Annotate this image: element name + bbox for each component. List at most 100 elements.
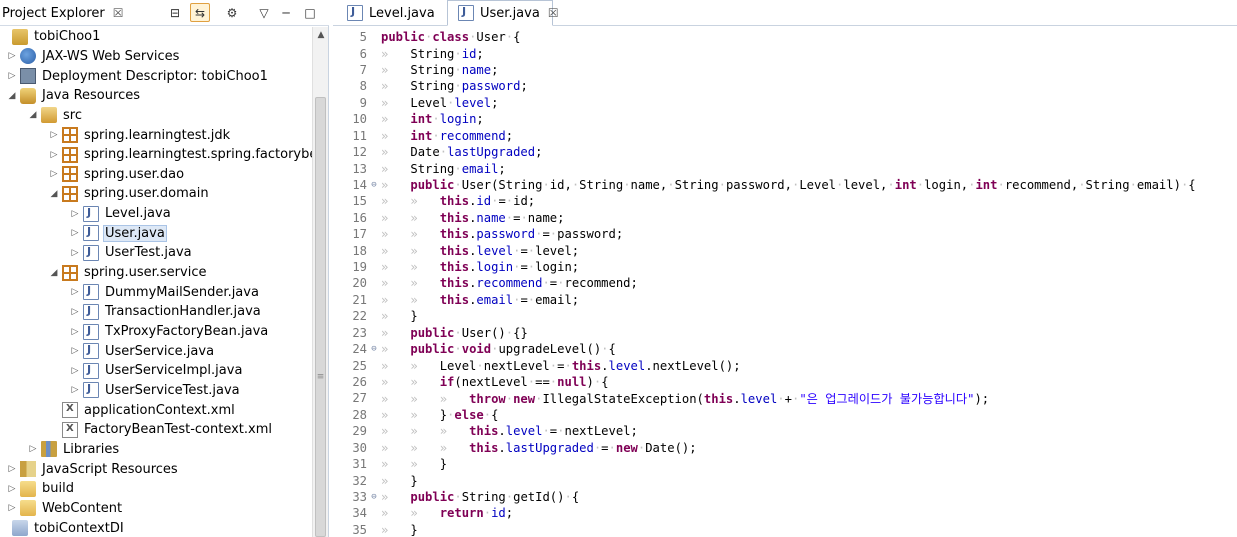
code-line[interactable]: 13 » String·email; (333, 160, 1237, 176)
expanded-arrow-icon[interactable]: ◢ (6, 91, 18, 101)
collapsed-arrow-icon[interactable]: ▷ (69, 248, 81, 258)
collapsed-arrow-icon[interactable]: ▷ (6, 71, 18, 81)
tree-item-userserviceimpl-java[interactable]: ▷ UserServiceImpl.java (69, 361, 244, 381)
fold-toggle-icon[interactable]: ⊖ (367, 180, 381, 190)
code-line[interactable]: 26» » if(nextLevel·==·null)·{ (333, 374, 1237, 390)
minimize-icon[interactable]: ─ (276, 3, 296, 22)
code-line[interactable]: 15 » » this.id·=·id; (333, 193, 1237, 209)
code-line[interactable]: 31 » » } (333, 456, 1237, 472)
code-line[interactable]: 33 ⊖» public·String·getId()·{ (333, 489, 1237, 505)
code-line[interactable]: 20» » this.recommend·=·recommend; (333, 275, 1237, 291)
scroll-up-icon[interactable]: ▲ (316, 30, 326, 40)
tree-item-userservice-java[interactable]: ▷ UserService.java (69, 341, 216, 361)
tree-scrollbar[interactable]: ▲ ≡ (312, 27, 328, 537)
collapsed-arrow-icon[interactable]: ▷ (48, 130, 60, 140)
code-line[interactable]: 24 ⊖» public·void·upgradeLevel()·{ (333, 341, 1237, 357)
tree-item-javascript-resources[interactable]: ▷ JavaScript Resources (6, 459, 180, 479)
code-line[interactable]: 5 public·class·User·{ (333, 29, 1237, 45)
tree-item-java-resources[interactable]: ◢ Java Resources (6, 86, 142, 106)
project-explorer-tab[interactable]: Project Explorer ☒ (0, 0, 130, 26)
code-line[interactable]: 14 ⊖» public·User(String·id,·String·name,… (333, 177, 1237, 193)
code-line[interactable]: 27» » » throw·new·IllegalStateException(… (333, 390, 1237, 406)
fold-toggle-icon[interactable]: ⊖ (367, 492, 381, 502)
code-line[interactable]: 7 » String·name; (333, 62, 1237, 78)
tree-item-dummymailsender-java[interactable]: ▷ DummyMailSender.java (69, 282, 261, 302)
tree-item-spring-user-dao[interactable]: ▷ spring.user.dao (48, 165, 186, 185)
tree-item-applicationcontext-xml[interactable]: applicationContext.xml (48, 400, 237, 420)
code-line[interactable]: 17 » » this.password·=·password; (333, 226, 1237, 242)
collapsed-arrow-icon[interactable]: ▷ (48, 169, 60, 179)
code-line[interactable]: 21 » » this.email·=·email; (333, 292, 1237, 308)
collapsed-arrow-icon[interactable]: ▷ (48, 150, 60, 160)
maximize-icon[interactable]: □ (300, 3, 320, 22)
tree-item-libraries[interactable]: ▷ Libraries (27, 440, 121, 460)
collapsed-arrow-icon[interactable]: ▷ (6, 484, 18, 494)
code-line[interactable]: 30» » » this.lastUpgraded·=·new·Date(); (333, 440, 1237, 456)
expanded-arrow-icon[interactable]: ◢ (48, 189, 60, 199)
code-line[interactable]: 35 » } (333, 522, 1237, 537)
code-line[interactable]: 22 » } (333, 308, 1237, 324)
code-line[interactable]: 23» public·User()·{} (333, 325, 1237, 341)
code-line[interactable]: 9 » Level·level; (333, 95, 1237, 111)
code-line[interactable]: 12 » Date·lastUpgraded; (333, 144, 1237, 160)
code-line[interactable]: 34 » » return·id; (333, 505, 1237, 521)
tree-item-jax-ws-web-services[interactable]: ▷ JAX-WS Web Services (6, 47, 181, 67)
code-line[interactable]: 11 » int·recommend; (333, 128, 1237, 144)
collapsed-arrow-icon[interactable]: ▷ (69, 307, 81, 317)
code-line[interactable]: 32 » } (333, 472, 1237, 488)
collapsed-arrow-icon[interactable]: ▷ (27, 444, 39, 454)
collapsed-arrow-icon[interactable]: ▷ (6, 51, 18, 61)
code-line[interactable]: 29» » » this.level·=·nextLevel; (333, 423, 1237, 439)
collapsed-arrow-icon[interactable]: ▷ (6, 503, 18, 513)
tree-item-transactionhandler-java[interactable]: ▷ TransactionHandler.java (69, 302, 263, 322)
scrollbar-thumb[interactable] (315, 97, 326, 537)
collapsed-arrow-icon[interactable]: ▷ (69, 327, 81, 337)
tree-item-level-java[interactable]: ▷ Level.java (69, 204, 173, 224)
close-icon[interactable]: ☒ (113, 6, 124, 20)
tree-item-deployment-descriptor-tobichoo1[interactable]: ▷ Deployment Descriptor: tobiChoo1 (6, 66, 270, 86)
tree-item-usertest-java[interactable]: ▷ UserTest.java (69, 243, 194, 263)
collapsed-arrow-icon[interactable]: ▷ (69, 366, 81, 376)
tree-item-label: build (42, 481, 74, 497)
code-line[interactable]: 6 » String·id; (333, 45, 1237, 61)
code-line[interactable]: 8 » String·password; (333, 78, 1237, 94)
tree-item-build[interactable]: ▷ build (6, 479, 76, 499)
view-menu-icon[interactable]: ▽ (254, 3, 274, 22)
collapsed-arrow-icon[interactable]: ▷ (69, 287, 81, 297)
tree-item-src[interactable]: ◢ src (27, 106, 84, 126)
collapsed-arrow-icon[interactable]: ▷ (69, 385, 81, 395)
tree-item-tobichoo1[interactable]: tobiChoo1 (0, 27, 102, 47)
close-icon[interactable]: ☒ (548, 6, 559, 20)
project-tree[interactable]: tobiChoo1 ▷ JAX-WS Web Services ▷ Deployment… (0, 27, 312, 537)
code-line[interactable]: 19 » » this.login·=·login; (333, 259, 1237, 275)
collapsed-arrow-icon[interactable]: ▷ (69, 346, 81, 356)
code-line[interactable]: 16 » » this.name·=·name; (333, 210, 1237, 226)
collapsed-arrow-icon[interactable]: ▷ (6, 464, 18, 474)
tree-item-spring-user-domain[interactable]: ◢ spring.user.domain (48, 184, 211, 204)
tree-item-userservicetest-java[interactable]: ▷ UserServiceTest.java (69, 381, 242, 401)
code-line[interactable]: 18 » » this.level·=·level; (333, 242, 1237, 258)
tree-item-webcontent[interactable]: ▷ WebContent (6, 499, 124, 519)
tree-item-spring-user-service[interactable]: ◢ spring.user.service (48, 263, 208, 283)
expanded-arrow-icon[interactable]: ◢ (27, 110, 39, 120)
tree-item-txproxyfactorybean-java[interactable]: ▷ TxProxyFactoryBean.java (69, 322, 270, 342)
collapse-all-icon[interactable]: ⊟ (165, 3, 185, 22)
tab-user-java[interactable]: User.java ☒ (447, 0, 559, 26)
code-line[interactable]: 10 » int·login; (333, 111, 1237, 127)
tree-item-tobicontextdi[interactable]: tobiContextDI (0, 518, 126, 537)
code-line[interactable]: 28» » }·else·{ (333, 407, 1237, 423)
tree-item-factorybeantest-context-xml[interactable]: FactoryBeanTest-context.xml (48, 420, 274, 440)
collapsed-arrow-icon[interactable]: ▷ (69, 228, 81, 238)
focus-icon[interactable]: ⚙ (222, 3, 242, 22)
code-line[interactable]: 25 » » Level·nextLevel·=·this.level.nextL… (333, 357, 1237, 373)
tree-item-spring-learningtest-spring-factorybean[interactable]: ▷ spring.learningtest.spring.factorybean (48, 145, 312, 165)
code-token: String (579, 177, 624, 192)
tree-item-user-java[interactable]: ▷ User.java (69, 224, 167, 244)
tab-level-java[interactable]: Level.java (337, 0, 441, 26)
fold-toggle-icon[interactable]: ⊖ (367, 344, 381, 354)
expanded-arrow-icon[interactable]: ◢ (48, 268, 60, 278)
link-with-editor-icon[interactable]: ⇆ (190, 3, 210, 22)
collapsed-arrow-icon[interactable]: ▷ (69, 209, 81, 219)
code-area[interactable]: 5 public·class·User·{6» String·id; 7» Stri… (333, 27, 1237, 537)
tree-item-spring-learningtest-jdk[interactable]: ▷ spring.learningtest.jdk (48, 125, 232, 145)
